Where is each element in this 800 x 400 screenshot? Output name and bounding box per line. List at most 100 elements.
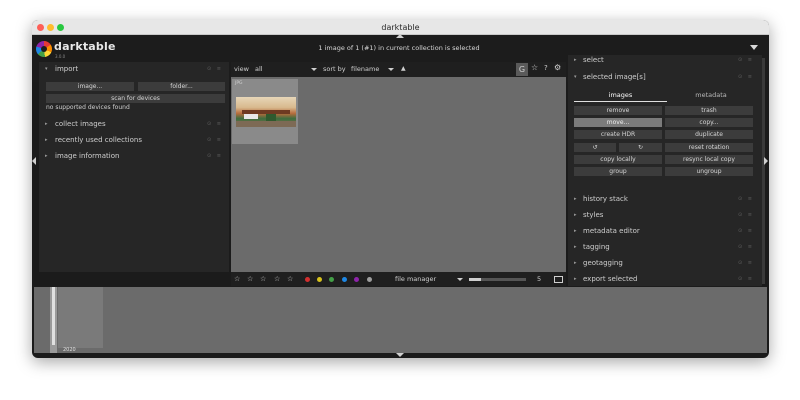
rating-star-icon[interactable]: ☆ [274, 275, 280, 283]
import-folder-button[interactable]: folder... [138, 82, 225, 91]
right-panel-scrollbar[interactable] [762, 58, 765, 284]
import-module-header[interactable]: ▾ import ⊙ ≡ [39, 62, 229, 76]
filmstrip-scrollbar-thumb[interactable] [52, 287, 55, 345]
reset-rotation-button[interactable]: reset rotation [665, 143, 753, 152]
zoom-slider-fill [469, 278, 481, 281]
resync-local-copy-button[interactable]: resync local copy [665, 155, 753, 164]
chevron-down-icon[interactable] [457, 278, 463, 281]
history-stack-module-header[interactable]: ▸ history stack ⊙ ≡ [568, 192, 764, 206]
minimize-window-button[interactable] [47, 24, 54, 31]
close-window-button[interactable] [37, 24, 44, 31]
module-presets-icon[interactable]: ⊙ ≡ [738, 70, 754, 84]
chevron-down-icon[interactable] [388, 68, 394, 71]
module-label: recently used collections [55, 136, 142, 144]
left-panel: ▾ import ⊙ ≡ image... folder... scan for… [39, 62, 229, 272]
recent-collections-module-header[interactable]: ▸ recently used collections ⊙ ≡ [39, 133, 229, 147]
color-label-gray[interactable] [367, 277, 372, 282]
zoom-window-button[interactable] [57, 24, 64, 31]
duplicate-button[interactable]: duplicate [665, 130, 753, 139]
styles-module-header[interactable]: ▸ styles ⊙ ≡ [568, 208, 764, 222]
selection-status: 1 image of 1 (#1) in current collection … [318, 44, 480, 52]
view-filter-select[interactable]: all [255, 65, 263, 73]
selected-images-module-header[interactable]: ▾ selected image[s] ⊙ ≡ [568, 70, 764, 84]
image-information-module-header[interactable]: ▸ image information ⊙ ≡ [39, 149, 229, 163]
rating-star-icon[interactable]: ☆ [260, 275, 266, 283]
scan-devices-button[interactable]: scan for devices [46, 94, 225, 103]
module-label: collect images [55, 120, 106, 128]
color-label-red[interactable] [305, 277, 310, 282]
module-label: styles [583, 211, 604, 219]
create-hdr-button[interactable]: create HDR [574, 130, 662, 139]
module-presets-icon[interactable]: ⊙ ≡ [738, 256, 754, 270]
move-button[interactable]: move... [574, 118, 662, 127]
top-panel-toggle-arrow-icon[interactable] [396, 34, 404, 38]
module-presets-icon[interactable]: ⊙ ≡ [738, 240, 754, 254]
expand-icon: ▸ [45, 121, 48, 127]
display-monitor-icon[interactable] [554, 276, 563, 283]
collect-images-module-header[interactable]: ▸ collect images ⊙ ≡ [39, 117, 229, 131]
module-presets-icon[interactable]: ⊙ ≡ [207, 117, 223, 131]
module-presets-icon[interactable]: ⊙ ≡ [738, 208, 754, 222]
help-icon[interactable]: ? [544, 64, 548, 72]
chevron-down-icon[interactable] [311, 68, 317, 71]
filmstrip[interactable] [34, 287, 767, 353]
module-presets-icon[interactable]: ⊙ ≡ [738, 272, 754, 286]
tab-images[interactable]: images [574, 89, 667, 102]
tab-metadata[interactable]: metadata [667, 89, 755, 101]
title-bar: darktable [32, 20, 769, 35]
metadata-editor-module-header[interactable]: ▸ metadata editor ⊙ ≡ [568, 224, 764, 238]
module-label: geotagging [583, 259, 623, 267]
bottom-panel-toggle-arrow-icon[interactable] [396, 353, 404, 357]
module-presets-icon[interactable]: ⊙ ≡ [207, 62, 223, 76]
color-label-blue[interactable] [342, 277, 347, 282]
ungroup-button[interactable]: ungroup [665, 167, 753, 176]
rotate-cw-icon[interactable]: ↻ [619, 143, 662, 152]
overlay-star-icon[interactable]: ☆ [531, 63, 538, 72]
rating-star-icon[interactable]: ☆ [247, 275, 253, 283]
window-title: darktable [381, 23, 420, 32]
export-selected-module-header[interactable]: ▸ export selected ⊙ ≡ [568, 272, 764, 286]
version-label: 3.0.0 [55, 54, 66, 59]
group-button[interactable]: group [574, 167, 662, 176]
sort-by-label: sort by [323, 65, 346, 73]
tagging-module-header[interactable]: ▸ tagging ⊙ ≡ [568, 240, 764, 254]
sort-by-select[interactable]: filename [351, 65, 379, 73]
module-presets-icon[interactable]: ⊙ ≡ [738, 224, 754, 238]
layout-select[interactable]: file manager [395, 275, 436, 283]
expand-icon: ▸ [574, 228, 577, 234]
import-module-label: import [55, 65, 79, 73]
color-label-yellow[interactable] [317, 277, 322, 282]
grouping-button[interactable]: G [516, 63, 528, 76]
geotagging-module-header[interactable]: ▸ geotagging ⊙ ≡ [568, 256, 764, 270]
module-presets-icon[interactable]: ⊙ ≡ [738, 192, 754, 206]
settings-gear-icon[interactable]: ⚙ [554, 63, 561, 72]
module-presets-icon[interactable]: ⊙ ≡ [738, 55, 754, 65]
copy-button[interactable]: copy... [665, 118, 753, 127]
rotate-ccw-icon[interactable]: ↺ [574, 143, 616, 152]
thumbnail-image[interactable] [236, 97, 296, 127]
rating-star-icon[interactable]: ☆ [234, 275, 240, 283]
zoom-slider[interactable] [469, 278, 526, 281]
module-presets-icon[interactable]: ⊙ ≡ [207, 133, 223, 147]
import-image-button[interactable]: image... [46, 82, 134, 91]
views-menu-chevron-down-icon[interactable] [750, 45, 758, 50]
module-label: export selected [583, 275, 638, 283]
module-presets-icon[interactable]: ⊙ ≡ [207, 149, 223, 163]
remove-button[interactable]: remove [574, 106, 662, 115]
zoom-value[interactable]: 5 [537, 275, 541, 283]
sort-direction-button[interactable]: ▲ [401, 65, 406, 72]
select-module-header[interactable]: ▸ select ⊙ ≡ [568, 55, 764, 65]
expand-icon: ▸ [574, 276, 577, 282]
color-label-green[interactable] [329, 277, 334, 282]
trash-button[interactable]: trash [665, 106, 753, 115]
module-label: selected image[s] [583, 73, 646, 81]
color-label-purple[interactable] [354, 277, 359, 282]
rating-star-icon[interactable]: ☆ [287, 275, 293, 283]
filmstrip-thumbnail[interactable] [58, 287, 103, 348]
left-panel-toggle-arrow-icon[interactable] [32, 157, 36, 165]
expand-icon: ▸ [45, 137, 48, 143]
expand-icon: ▸ [45, 153, 48, 159]
right-panel-toggle-arrow-icon[interactable] [764, 157, 768, 165]
copy-locally-button[interactable]: copy locally [574, 155, 662, 164]
expand-icon: ▸ [574, 260, 577, 266]
